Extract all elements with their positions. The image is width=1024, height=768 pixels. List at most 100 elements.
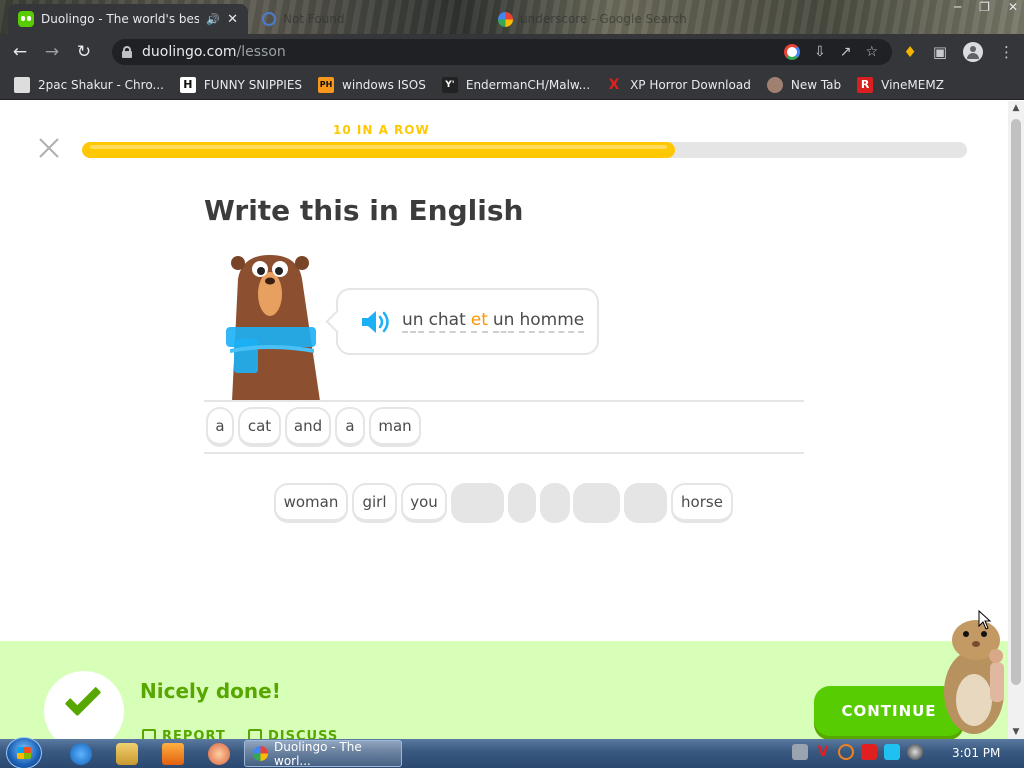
prompt-word[interactable]: un xyxy=(492,310,515,333)
page-title: Write this in English xyxy=(204,194,524,227)
profile-avatar-icon[interactable] xyxy=(963,42,983,62)
word-bank-tile[interactable]: woman xyxy=(274,483,348,523)
scroll-up-arrow-icon[interactable]: ▲ xyxy=(1008,101,1024,115)
bookmark-label: XP Horror Download xyxy=(630,77,751,92)
close-lesson-icon[interactable] xyxy=(38,137,60,159)
bookmark-label: windows ISOS xyxy=(342,77,426,92)
answer-line-top xyxy=(204,400,804,402)
word-bank-slot-empty xyxy=(540,483,570,523)
chrome-icon xyxy=(253,746,268,761)
tray-flag-icon[interactable] xyxy=(861,744,877,760)
answer-tile[interactable]: a xyxy=(335,407,365,447)
lesson-page: 10 IN A ROW Write this in English un chat… xyxy=(0,101,1008,739)
google-favicon-icon xyxy=(498,11,513,27)
bookmark-icon xyxy=(14,76,30,93)
tab-duolingo[interactable]: Duolingo - The world's best 🔊 ✕ xyxy=(8,4,248,34)
x-icon: X xyxy=(608,76,620,93)
prompt-speech-bubble: un chat et un homme xyxy=(336,288,599,355)
r-icon: R xyxy=(857,76,874,93)
tray-app-icon[interactable] xyxy=(792,744,808,760)
bookmark-item[interactable]: H FUNNY SNIPPIES xyxy=(179,76,303,93)
answer-tile[interactable]: a xyxy=(206,407,234,447)
forward-arrow-icon[interactable]: → xyxy=(36,42,68,62)
answer-line-bottom xyxy=(204,452,804,454)
word-bank-tile[interactable]: girl xyxy=(352,483,397,523)
reload-icon[interactable]: ↻ xyxy=(68,42,100,62)
tab-google-search[interactable]: underscore - Google Search xyxy=(488,4,728,34)
bookmark-item[interactable]: X XP Horror Download xyxy=(606,77,751,93)
share-icon[interactable]: ↗ xyxy=(840,44,852,60)
answer-tile[interactable]: and xyxy=(285,407,331,447)
menu-kebab-icon[interactable]: ⋮ xyxy=(999,43,1014,61)
tray-monitor-icon[interactable] xyxy=(884,744,900,760)
tab-not-found[interactable]: Not Found xyxy=(252,4,484,34)
taskbar-window-title: Duolingo - The worl... xyxy=(274,739,362,768)
word-bank-tile[interactable]: you xyxy=(401,483,447,523)
checkmark-icon xyxy=(64,679,102,717)
bookmarks-bar: 2pac Shakur - Chro... H FUNNY SNIPPIES P… xyxy=(0,70,1024,100)
window-close-icon[interactable]: ✕ xyxy=(1008,0,1018,14)
tray-search-icon[interactable] xyxy=(838,744,854,760)
media-player-icon[interactable] xyxy=(162,743,184,765)
word-bank-slot-empty xyxy=(508,483,536,523)
tab-close-icon[interactable]: ✕ xyxy=(227,12,238,27)
scroll-thumb[interactable] xyxy=(1011,119,1021,685)
chat-bubble-icon xyxy=(248,729,262,739)
bookmark-item[interactable]: Y' EndermanCH/Malw... xyxy=(441,76,591,93)
file-explorer-icon[interactable] xyxy=(116,743,138,765)
internet-explorer-icon[interactable] xyxy=(70,743,92,765)
yp-icon: Y' xyxy=(441,76,458,93)
restore-icon[interactable]: ❐ xyxy=(979,0,990,14)
bookmark-item[interactable]: R VineMEMZ xyxy=(857,76,944,93)
browser-toolbar: ← → ↻ duolingo.com/lesson ⇩ ↗ ☆ ♦ ▣ ⋮ xyxy=(0,34,1024,70)
discuss-button[interactable]: DISCUSS xyxy=(248,729,338,739)
answer-tile[interactable]: man xyxy=(369,407,421,447)
tab-audio-icon[interactable]: 🔊 xyxy=(206,13,220,26)
bookmark-item[interactable]: 2pac Shakur - Chro... xyxy=(14,76,164,93)
taskbar-chrome-window[interactable]: Duolingo - The worl... xyxy=(244,739,402,768)
paint-app-icon[interactable] xyxy=(208,743,230,765)
tray-v-icon[interactable]: V xyxy=(815,744,831,760)
prompt-word[interactable]: homme xyxy=(519,310,585,333)
bookmark-item[interactable]: PH windows ISOS xyxy=(318,76,426,93)
url-path: /lesson xyxy=(236,44,286,60)
tab-strip: Duolingo - The world's best 🔊 ✕ Not Foun… xyxy=(0,0,1024,34)
url-host: duolingo.com xyxy=(142,44,237,60)
answer-tile[interactable]: cat xyxy=(238,407,281,447)
omnibox-actions: ⇩ ↗ ☆ xyxy=(783,44,878,60)
prompt-sentence: un chat et un homme xyxy=(402,310,585,333)
speaker-audio-icon[interactable] xyxy=(360,309,392,335)
word-bank-tile[interactable]: horse xyxy=(671,483,733,523)
prompt-word[interactable]: un xyxy=(402,310,424,333)
address-bar[interactable]: duolingo.com/lesson ⇩ ↗ ☆ xyxy=(112,39,892,65)
install-app-icon[interactable]: ⇩ xyxy=(814,44,826,60)
extensions-puzzle-icon[interactable]: ♦ xyxy=(903,43,916,61)
system-tray: V xyxy=(792,744,923,760)
prompt-word[interactable]: chat xyxy=(428,310,466,333)
bookmark-label: VineMEMZ xyxy=(881,77,944,92)
minimize-icon[interactable]: ─ xyxy=(954,0,961,14)
google-lens-icon[interactable] xyxy=(783,44,800,60)
prompt-word[interactable]: et xyxy=(470,310,488,333)
bookmark-item[interactable]: New Tab xyxy=(766,76,841,93)
back-arrow-icon[interactable]: ← xyxy=(4,42,36,62)
success-badge xyxy=(44,671,124,739)
flag-icon xyxy=(142,729,156,739)
bookmark-label: EndermanCH/Malw... xyxy=(465,77,591,92)
bookmark-label: 2pac Shakur - Chro... xyxy=(38,77,164,92)
tab-title: Duolingo - The world's best xyxy=(41,12,200,26)
start-button[interactable] xyxy=(6,737,42,768)
lock-icon[interactable] xyxy=(122,46,132,58)
window-controls: ─ ❐ ✕ xyxy=(954,0,1018,14)
discuss-label: DISCUSS xyxy=(268,729,339,739)
bookmark-label: FUNNY SNIPPIES xyxy=(203,77,303,92)
tab-title: underscore - Google Search xyxy=(520,12,687,26)
h-icon: H xyxy=(179,76,196,93)
side-panel-icon[interactable]: ▣ xyxy=(933,43,947,61)
progress-fill xyxy=(82,142,675,158)
word-bank-slot-empty xyxy=(573,483,620,523)
desktop-pet-hamster-illustration xyxy=(944,620,1004,734)
tray-volume-icon[interactable] xyxy=(907,744,923,760)
report-button[interactable]: REPORT xyxy=(142,729,226,739)
bookmark-star-icon[interactable]: ☆ xyxy=(865,44,878,60)
